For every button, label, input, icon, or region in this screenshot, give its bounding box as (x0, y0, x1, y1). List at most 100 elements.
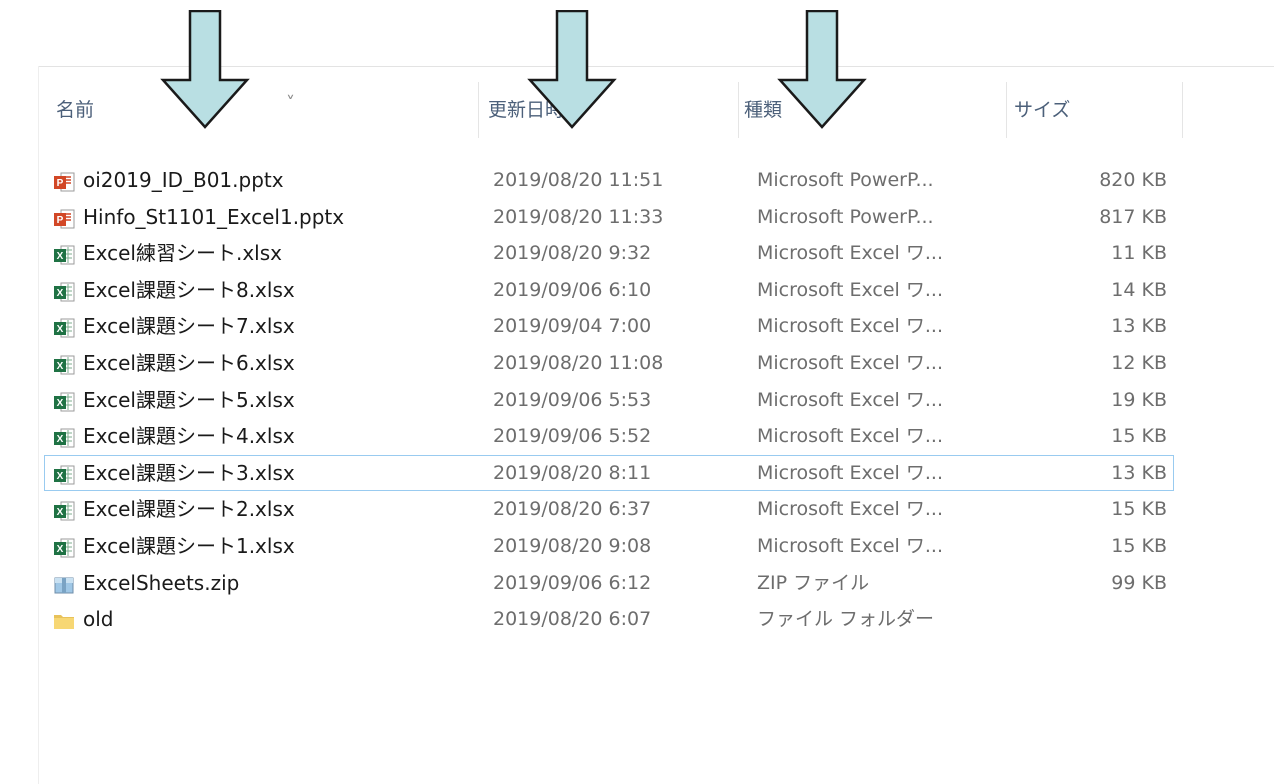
file-name: Excel課題シート2.xlsx (83, 497, 295, 522)
file-row[interactable]: X Excel課題シート8.xlsx 2019/09/06 6:10 Microsof… (44, 272, 1174, 308)
file-size: 13 KB (1111, 315, 1167, 338)
file-date: 2019/09/06 5:53 (493, 388, 652, 411)
excel-icon: X (53, 315, 75, 338)
file-date: 2019/08/20 9:08 (493, 535, 652, 557)
annotation-arrow-date (527, 10, 617, 129)
file-date: 2019/09/04 7:00 (493, 315, 652, 338)
file-date: 2019/08/20 8:11 (493, 461, 652, 484)
svg-text:P: P (57, 178, 64, 189)
file-row[interactable]: X Excel課題シート3.xlsx 2019/08/20 8:11 Microsof… (44, 454, 1174, 491)
file-name: Excel課題シート8.xlsx (83, 277, 295, 302)
excel-icon: X (53, 535, 75, 558)
column-divider[interactable] (478, 82, 479, 138)
file-date: 2019/09/06 6:10 (493, 278, 652, 301)
file-row[interactable]: X Excel課題シート2.xlsx 2019/08/20 6:37 Microsof… (44, 491, 1174, 527)
file-type: Microsoft Excel ワ... (757, 535, 943, 557)
file-row[interactable]: X Excel課題シート5.xlsx 2019/09/06 5:53 Microsof… (44, 382, 1174, 418)
svg-text:X: X (57, 288, 64, 299)
column-divider[interactable] (738, 82, 739, 138)
powerpoint-icon: P (53, 169, 75, 192)
svg-text:P: P (57, 215, 64, 226)
svg-text:X: X (57, 434, 64, 445)
powerpoint-icon: P (53, 206, 75, 229)
file-type: ファイル フォルダー (757, 608, 935, 631)
file-type: ZIP ファイル (757, 571, 870, 594)
file-date: 2019/08/20 6:37 (493, 498, 652, 521)
annotation-arrow-type (777, 10, 867, 129)
excel-icon: X (53, 425, 75, 448)
file-row[interactable]: X Excel練習シート.xlsx 2019/08/20 9:32 Microsoft… (44, 235, 1174, 271)
svg-text:X: X (57, 471, 64, 482)
file-name: Excel課題シート1.xlsx (83, 534, 295, 558)
svg-text:X: X (57, 324, 64, 335)
file-type: Microsoft Excel ワ... (757, 278, 943, 301)
file-type: Microsoft Excel ワ... (757, 425, 943, 448)
column-header-size[interactable]: サイズ (1014, 82, 1182, 138)
column-header-name[interactable]: 名前 ˅ (56, 82, 478, 138)
file-size: 13 KB (1111, 461, 1167, 484)
folder-icon (53, 608, 75, 630)
file-name: Excel練習シート.xlsx (83, 241, 282, 266)
file-size: 15 KB (1111, 535, 1167, 557)
file-size: 12 KB (1111, 352, 1167, 374)
file-type: Microsoft Excel ワ... (757, 315, 943, 338)
zip-icon (53, 572, 75, 594)
file-size: 15 KB (1111, 498, 1167, 521)
file-row[interactable]: X Excel課題シート4.xlsx 2019/09/06 5:52 Microsof… (44, 418, 1174, 454)
file-name: Excel課題シート6.xlsx (83, 351, 295, 375)
file-date: 2019/09/06 6:12 (493, 571, 652, 594)
file-size: 817 KB (1099, 205, 1167, 228)
file-size: 99 KB (1111, 571, 1167, 594)
file-size: 14 KB (1111, 278, 1167, 301)
file-size: 19 KB (1111, 388, 1167, 411)
file-name: Hinfo_St1101_Excel1.pptx (83, 204, 345, 229)
excel-icon: X (53, 279, 75, 302)
file-row[interactable]: ExcelSheets.zip 2019/09/06 6:12 ZIP ファイル 99… (44, 565, 1174, 601)
file-type: Microsoft Excel ワ... (757, 352, 943, 374)
file-date: 2019/08/20 11:33 (493, 205, 664, 228)
file-date: 2019/08/20 9:32 (493, 242, 652, 265)
file-name: old (83, 607, 114, 632)
column-divider[interactable] (1006, 82, 1007, 138)
file-size: 15 KB (1111, 425, 1167, 448)
file-type: Microsoft PowerP... (757, 205, 934, 228)
column-divider[interactable] (1182, 82, 1183, 138)
file-name: ExcelSheets.zip (83, 570, 240, 595)
column-header-name-label: 名前 (56, 99, 95, 121)
column-header-size-label: サイズ (1014, 99, 1071, 121)
file-size: 11 KB (1111, 242, 1167, 265)
excel-icon: X (53, 498, 75, 521)
file-name: Excel課題シート3.xlsx (83, 460, 295, 485)
file-date: 2019/09/06 5:52 (493, 425, 652, 448)
file-row[interactable]: P Hinfo_St1101_Excel1.pptx 2019/08/20 11:3… (44, 199, 1174, 235)
file-row[interactable]: old 2019/08/20 6:07 ファイル フォルダー (44, 601, 1174, 637)
file-type: Microsoft Excel ワ... (757, 461, 943, 484)
file-row[interactable]: X Excel課題シート7.xlsx 2019/09/04 7:00 Microsof… (44, 308, 1174, 344)
svg-text:X: X (57, 544, 64, 555)
svg-text:X: X (57, 398, 64, 409)
excel-icon: X (53, 242, 75, 265)
file-date: 2019/08/20 11:08 (493, 352, 664, 374)
file-type: Microsoft PowerP... (757, 169, 934, 191)
file-date: 2019/08/20 6:07 (493, 608, 652, 631)
svg-text:X: X (57, 507, 64, 518)
svg-text:X: X (57, 361, 64, 372)
file-name: Excel課題シート5.xlsx (83, 387, 295, 412)
excel-icon: X (53, 352, 75, 375)
file-date: 2019/08/20 11:51 (493, 169, 664, 191)
file-row[interactable]: X Excel課題シート1.xlsx 2019/08/20 9:08 Microsof… (44, 528, 1174, 564)
file-size: 820 KB (1099, 169, 1167, 191)
svg-text:X: X (57, 251, 64, 262)
file-name: Excel課題シート4.xlsx (83, 424, 295, 449)
file-type: Microsoft Excel ワ... (757, 388, 943, 411)
file-type: Microsoft Excel ワ... (757, 498, 943, 521)
file-row[interactable]: X Excel課題シート6.xlsx 2019/08/20 11:08 Microso… (44, 345, 1174, 381)
excel-icon: X (53, 462, 75, 485)
excel-icon: X (53, 389, 75, 412)
annotation-arrow-name (160, 10, 250, 129)
left-pane-divider (38, 66, 39, 784)
file-name: oi2019_ID_B01.pptx (83, 168, 284, 192)
sort-chevron-icon: ˅ (286, 93, 295, 114)
file-type: Microsoft Excel ワ... (757, 242, 943, 265)
file-row[interactable]: Poi2019_ID_B01.pptx 2019/08/20 11:51 Micro… (44, 162, 1174, 198)
